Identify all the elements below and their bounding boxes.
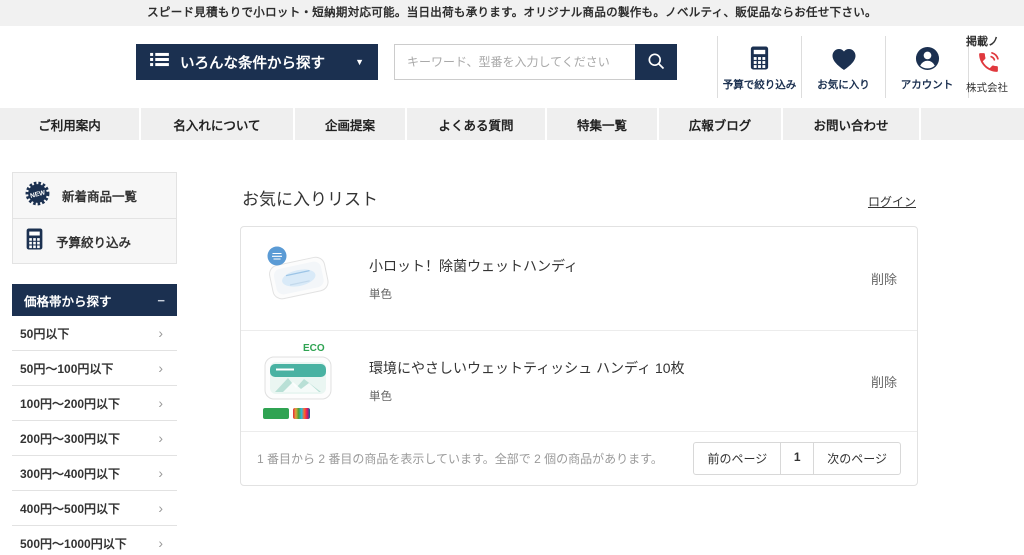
chevron-down-icon: ▼: [355, 57, 364, 67]
search-conditions-label: いろんな条件から探す: [180, 52, 325, 73]
calculator-icon: [24, 227, 45, 256]
price-range-section-header[interactable]: 価格帯から探す −: [12, 284, 177, 316]
next-page-button[interactable]: 次のページ: [814, 443, 900, 474]
chevron-right-icon: ›: [158, 325, 163, 341]
product-info: 環境にやさしいウェットティッシュ ハンディ 10枚 単色: [369, 358, 685, 404]
current-page-indicator: 1: [780, 443, 814, 474]
price-item-200-300[interactable]: 200円〜300円以下 ›: [12, 421, 177, 456]
collapse-minus-icon: −: [157, 293, 165, 308]
price-item-50-100[interactable]: 50円〜100円以下 ›: [12, 351, 177, 386]
page: スピード見積もりで小ロット・短納期対応可能。当日出荷も承ります。オリジナル商品の…: [0, 0, 1024, 555]
price-item-label: 50円〜100円以下: [20, 360, 113, 377]
account-icon: [915, 39, 940, 71]
heart-icon: [831, 39, 857, 71]
price-item-300-400[interactable]: 300円〜400円以下 ›: [12, 456, 177, 491]
price-item-under-50[interactable]: 50円以下 ›: [12, 316, 177, 351]
product-image[interactable]: [261, 355, 335, 406]
nav-filler: [921, 108, 1024, 140]
product-image-column: ECO: [261, 343, 349, 419]
list-footer: 1 番目から 2 番目の商品を表示しています。全部で 2 個の商品があります。 …: [241, 432, 917, 485]
main-content: お気に入りリスト ログイン: [240, 185, 918, 486]
main-nav: ご利用案内 名入れについて 企画提案 よくある質問 特集一覧 広報ブログ お問い…: [0, 108, 1024, 140]
sidebar-item-budget-filter[interactable]: 予算絞り込み: [13, 218, 176, 263]
price-item-label: 100円〜200円以下: [20, 395, 120, 412]
nav-item-features[interactable]: 特集一覧: [547, 108, 657, 140]
budget-filter-label: 予算で絞り込み: [723, 77, 797, 92]
nav-item-guide[interactable]: ご利用案内: [0, 108, 139, 140]
sidebar: NEW 新着商品一覧 予算絞り込み 価格帯: [12, 172, 177, 555]
contact-company-text: 株式会社: [966, 80, 1024, 95]
search-conditions-button[interactable]: いろんな条件から探す ▼: [136, 44, 378, 80]
nav-item-contact[interactable]: お問い合わせ: [783, 108, 919, 140]
pagination: 前のページ 1 次のページ: [693, 442, 901, 475]
chevron-right-icon: ›: [158, 430, 163, 446]
search-icon: [646, 51, 666, 74]
eco-label: ECO: [303, 343, 325, 354]
price-item-400-500[interactable]: 400円〜500円以下 ›: [12, 491, 177, 526]
contact-info: 掲載ノ 株式会社: [966, 33, 1024, 95]
chevron-right-icon: ›: [158, 535, 163, 551]
sidebar-budget-filter-label: 予算絞り込み: [56, 232, 131, 251]
price-item-label: 500円〜1000円以下: [20, 535, 127, 552]
certification-badges: [263, 408, 310, 419]
contact-top-text: 掲載ノ: [966, 33, 1024, 49]
chevron-right-icon: ›: [158, 360, 163, 376]
price-item-label: 300円〜400円以下: [20, 465, 120, 482]
chevron-right-icon: ›: [158, 465, 163, 481]
nav-item-blog[interactable]: 広報ブログ: [659, 108, 781, 140]
price-item-label: 50円以下: [20, 325, 69, 342]
login-link[interactable]: ログイン: [868, 193, 916, 210]
list-icon: [150, 52, 169, 72]
page-title: お気に入りリスト: [242, 185, 378, 210]
chevron-right-icon: ›: [158, 500, 163, 516]
product-color-note: 単色: [369, 388, 685, 404]
price-range-title: 価格帯から探す: [24, 291, 112, 310]
nav-item-naire[interactable]: 名入れについて: [141, 108, 293, 140]
search-button[interactable]: [635, 44, 677, 80]
favorite-item-row: ECO: [241, 331, 917, 432]
favorites-label: お気に入り: [817, 77, 870, 92]
account-button[interactable]: アカウント: [885, 36, 969, 98]
header-quick-links: 予算で絞り込み お気に入り アカウント: [717, 36, 969, 98]
promo-banner: スピード見積もりで小ロット・短納期対応可能。当日出荷も承ります。オリジナル商品の…: [0, 0, 1024, 26]
remove-favorite-link[interactable]: 削除: [871, 372, 897, 391]
product-color-note: 単色: [369, 286, 578, 302]
nav-item-proposal[interactable]: 企画提案: [295, 108, 405, 140]
price-range-list: 50円以下 › 50円〜100円以下 › 100円〜200円以下 › 200円〜…: [12, 316, 177, 555]
favorites-button[interactable]: お気に入り: [801, 36, 885, 98]
sidebar-new-products-label: 新着商品一覧: [62, 186, 137, 205]
main-header-row: お気に入りリスト ログイン: [240, 185, 918, 210]
search-input[interactable]: [394, 44, 635, 80]
nav-item-faq[interactable]: よくある質問: [407, 108, 545, 140]
product-info: 小ロット！除菌ウェットハンディ 単色: [369, 256, 578, 302]
phone-icon: [976, 50, 1024, 80]
header: いろんな条件から探す ▼: [0, 26, 1024, 108]
remove-favorite-link[interactable]: 削除: [871, 269, 897, 288]
favorite-item-row: 小ロット！除菌ウェットハンディ 単色 削除: [241, 227, 917, 331]
prev-page-button[interactable]: 前のページ: [694, 443, 780, 474]
new-badge-icon: NEW: [24, 180, 51, 212]
price-item-label: 200円〜300円以下: [20, 430, 120, 447]
price-item-100-200[interactable]: 100円〜200円以下 ›: [12, 386, 177, 421]
account-label: アカウント: [901, 77, 954, 92]
sdgs-badge-icon: [293, 408, 310, 419]
chevron-right-icon: ›: [158, 395, 163, 411]
calculator-icon: [748, 39, 771, 71]
search-bar: [394, 44, 677, 80]
eco-mark-badge-icon: [263, 408, 289, 419]
product-name[interactable]: 環境にやさしいウェットティッシュ ハンディ 10枚: [369, 358, 685, 378]
product-name[interactable]: 小ロット！除菌ウェットハンディ: [369, 256, 578, 276]
product-image-column: [261, 243, 349, 314]
price-item-500-1000[interactable]: 500円〜1000円以下 ›: [12, 526, 177, 555]
favorites-list-card: 小ロット！除菌ウェットハンディ 単色 削除 ECO: [240, 226, 918, 486]
sidebar-item-new-products[interactable]: NEW 新着商品一覧: [13, 173, 176, 218]
budget-filter-button[interactable]: 予算で絞り込み: [717, 36, 801, 98]
sidebar-quick-box: NEW 新着商品一覧 予算絞り込み: [12, 172, 177, 264]
product-image[interactable]: [261, 243, 337, 314]
results-summary: 1 番目から 2 番目の商品を表示しています。全部で 2 個の商品があります。: [257, 450, 663, 467]
price-item-label: 400円〜500円以下: [20, 500, 120, 517]
